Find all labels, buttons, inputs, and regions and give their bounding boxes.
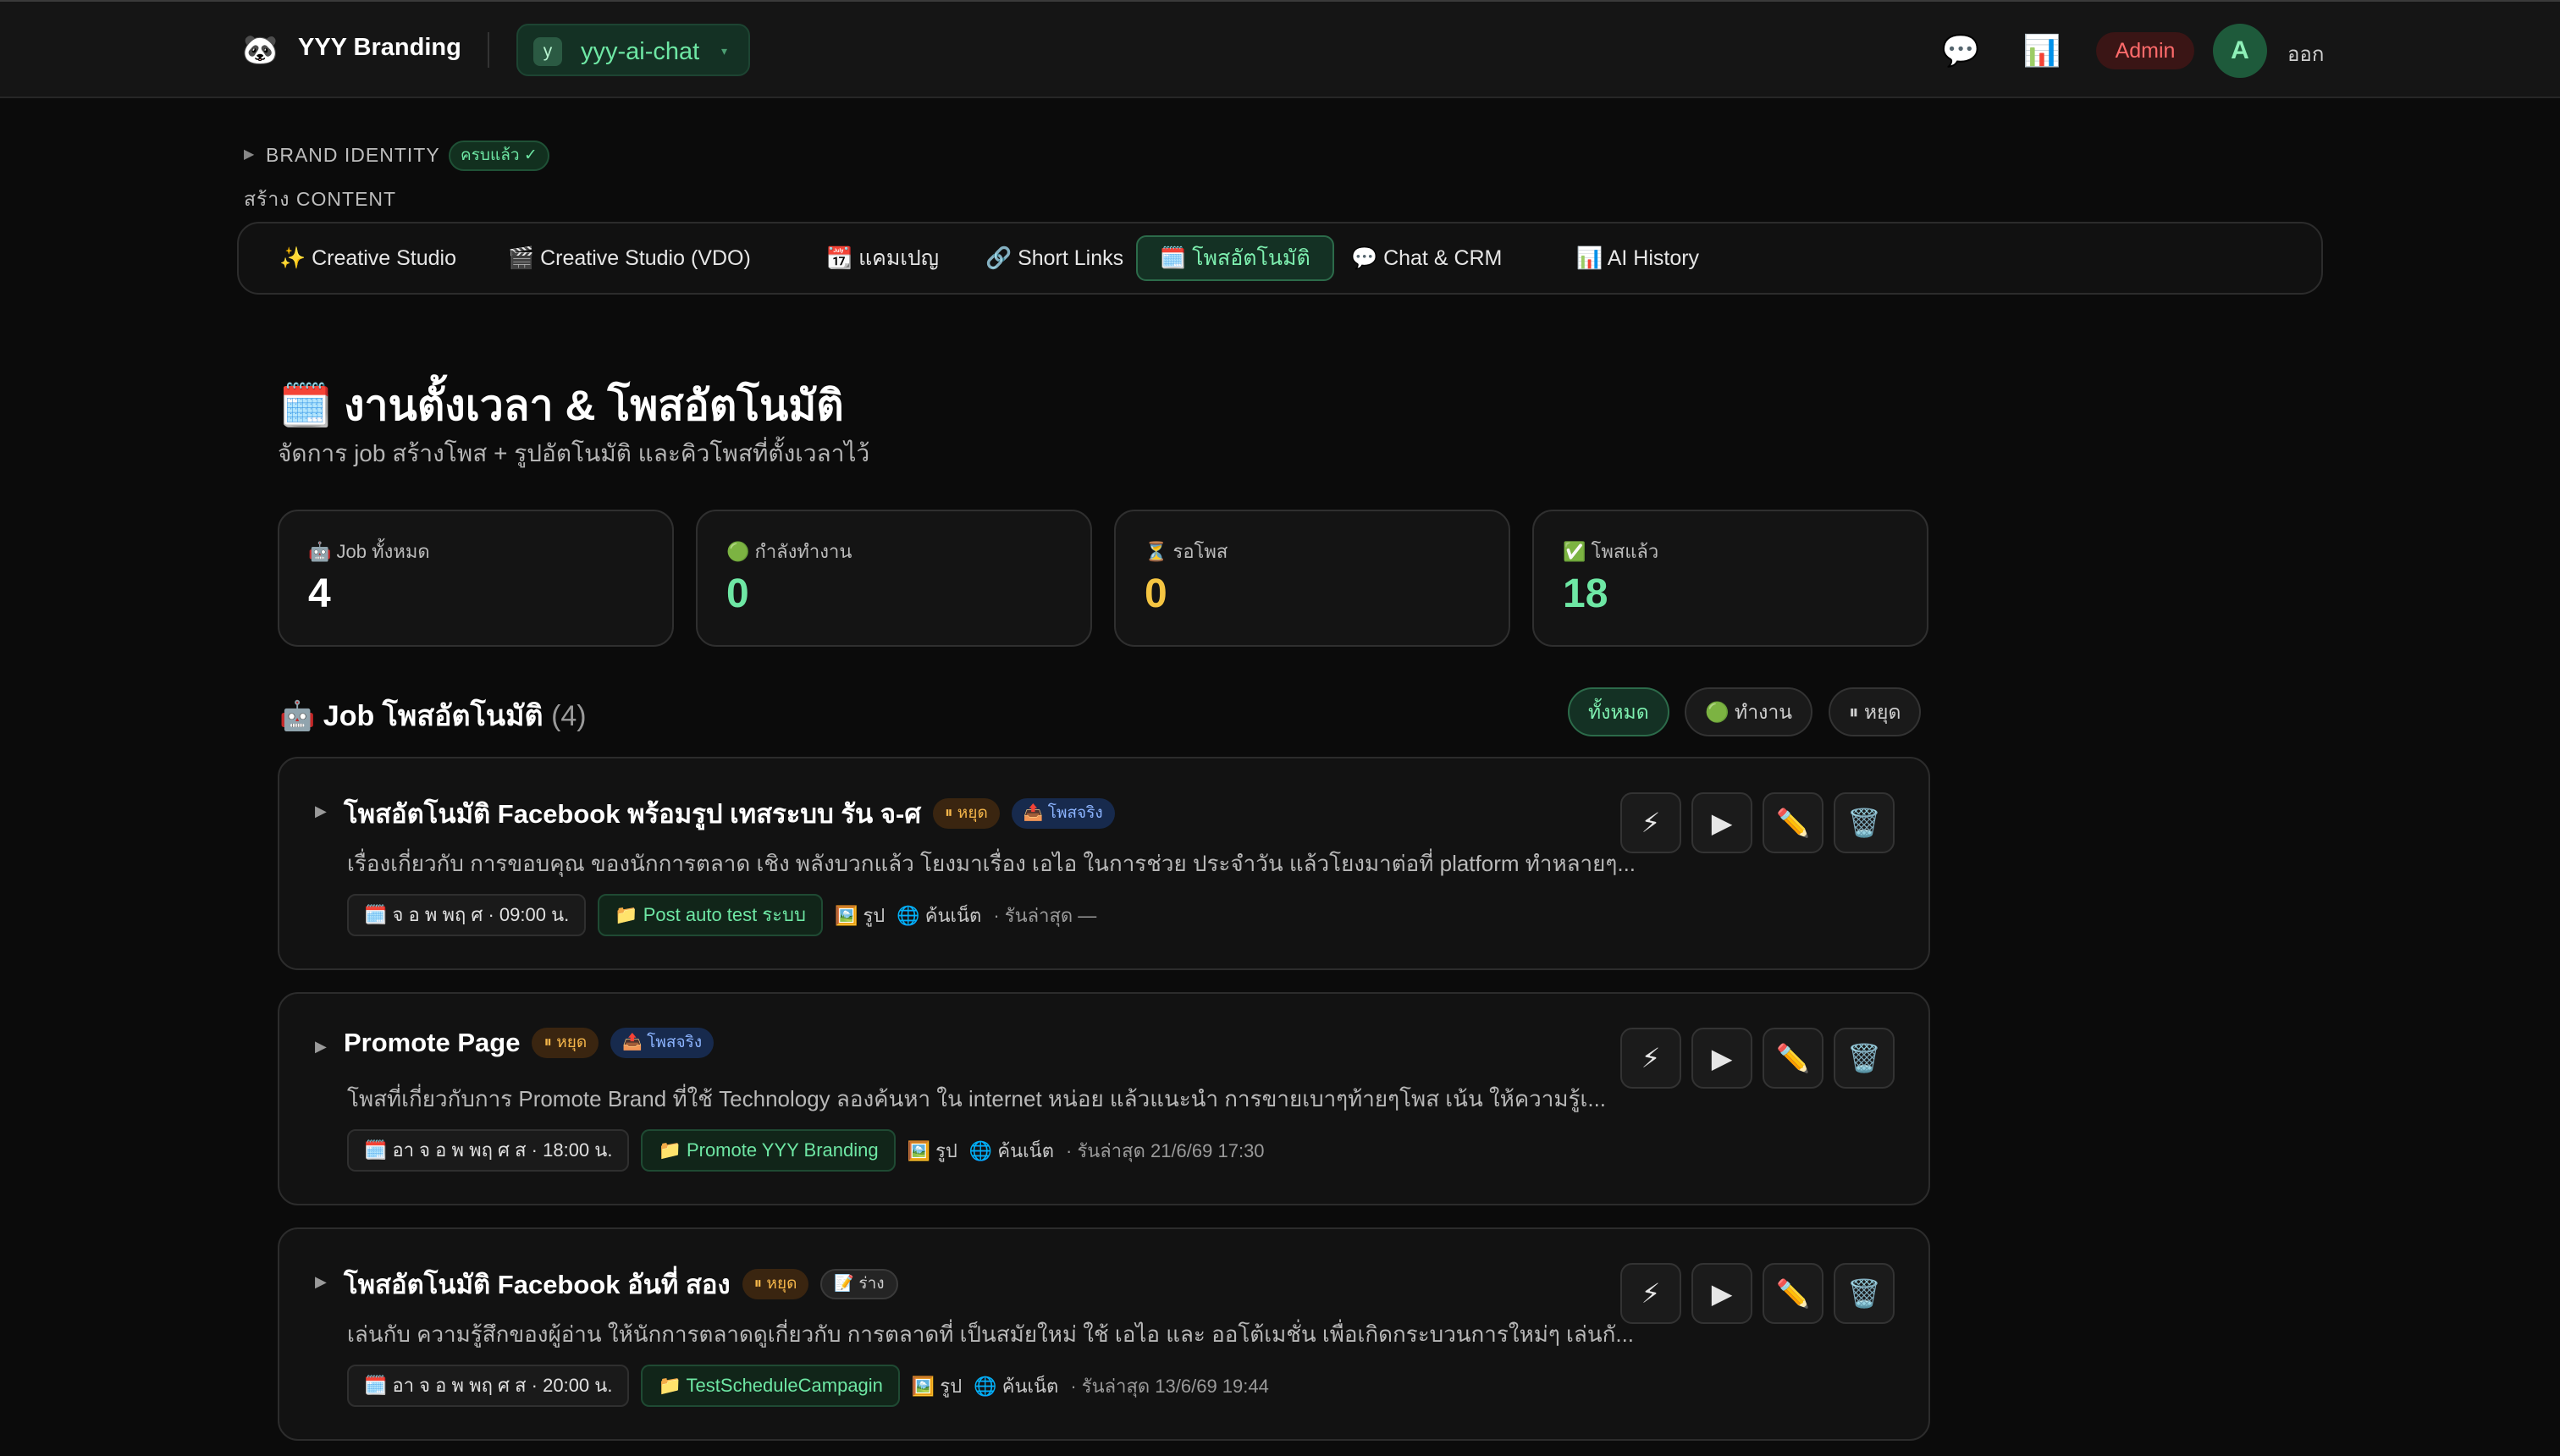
job-title: Promote Page [344, 1028, 521, 1057]
job-title-row: Promote Page ⏸ หยุด 📤 โพสจริง [344, 1028, 714, 1065]
stat-label: 🟢 กำลังทำงาน [726, 541, 852, 562]
stat-card-total-jobs: 🤖 Job ทั้งหมด 4 [278, 510, 674, 647]
expand-caret-icon[interactable]: ▶ [315, 1038, 327, 1056]
job-status-badge: ⏸ หยุด [532, 1028, 599, 1058]
analytics-icon[interactable]: 📊 [2020, 29, 2064, 73]
tab-campaign[interactable]: 📆 แคมเปญ [804, 235, 961, 281]
job-schedule: 🗓️ อา จ อ พ พฤ ศ ส · 20:00 น. [347, 1365, 630, 1407]
brand-divider [488, 32, 489, 68]
stat-label: ✅ โพสแล้ว [1563, 541, 1659, 562]
job-card[interactable]: ▶ โพสอัตโนมัติ Facebook อันที่ สอง ⏸ หยุด… [278, 1227, 1930, 1441]
page-subtitle: จัดการ job สร้างโพส + รูปอัตโนมัติ และคิ… [278, 440, 870, 466]
tab-chat-crm[interactable]: 💬 Chat & CRM [1329, 235, 1524, 281]
stat-card-pending: ⏳ รอโพส 0 [1114, 510, 1510, 647]
job-last-run: · รันล่าสุด — [993, 904, 1097, 926]
job-mode-badge: 📝 ร่าง [820, 1269, 898, 1299]
job-schedule: 🗓️ จ อ พ พฤ ศ · 09:00 น. [347, 894, 587, 936]
job-image-flag: 🖼️ รูป [911, 1375, 963, 1397]
tab-ai-history[interactable]: 📊 AI History [1554, 235, 1721, 281]
stat-value: 0 [1145, 571, 1167, 616]
job-folder[interactable]: 📁 Post auto test ระบบ [598, 894, 823, 936]
stat-value: 4 [308, 571, 331, 616]
job-source-flag: 🌐 ค้นเน็ต [968, 1139, 1055, 1161]
tab-auto-post[interactable]: 🗓️ โพสอัตโนมัติ [1136, 235, 1334, 281]
brand-name[interactable]: YYY Branding [298, 34, 461, 62]
filter-running[interactable]: 🟢 ทำงาน [1685, 687, 1812, 736]
delete-button[interactable]: 🗑️ [1834, 1263, 1895, 1324]
delete-button[interactable]: 🗑️ [1834, 792, 1895, 853]
edit-button[interactable]: ✏️ [1763, 1263, 1823, 1324]
run-now-button[interactable]: ⚡ [1620, 792, 1681, 853]
section-count: (4) [551, 700, 587, 732]
job-source-flag: 🌐 ค้นเน็ต [897, 904, 982, 926]
play-button[interactable]: ▶ [1691, 1263, 1752, 1324]
job-status-badge: ⏸ หยุด [933, 798, 1000, 829]
chevron-down-icon: ▾ [721, 44, 728, 58]
job-title-row: โพสอัตโนมัติ Facebook อันที่ สอง ⏸ หยุด 📝 … [344, 1263, 898, 1300]
job-source-flag: 🌐 ค้นเน็ต [974, 1375, 1059, 1397]
chat-icon[interactable]: 💬 [1939, 29, 1983, 73]
user-avatar[interactable]: A [2213, 24, 2267, 78]
stat-label: 🤖 Job ทั้งหมด [308, 541, 430, 562]
logout-button[interactable]: ออก [2287, 37, 2324, 70]
expand-caret-icon[interactable]: ▶ [315, 802, 327, 820]
content-tabs: ✨ Creative Studio 🎬 Creative Studio (VDO… [237, 222, 2323, 295]
job-mode-badge: 📤 โพสจริง [610, 1028, 714, 1058]
job-mode-badge: 📤 โพสจริง [1011, 798, 1115, 829]
job-status-badge: ⏸ หยุด [742, 1269, 809, 1299]
job-folder[interactable]: 📁 Promote YYY Branding [641, 1129, 896, 1172]
job-last-run: · รันล่าสุด 21/6/69 17:30 [1066, 1139, 1265, 1161]
job-title: โพสอัตโนมัติ Facebook พร้อมรูป เทสระบบ ร… [344, 799, 922, 829]
stat-label: ⏳ รอโพส [1145, 541, 1228, 562]
workspace-switcher[interactable]: y yyy-ai-chat ▾ [516, 24, 750, 76]
job-card[interactable]: ▶ โพสอัตโนมัติ Facebook พร้อมรูป เทสระบบ… [278, 757, 1930, 970]
stat-value: 18 [1563, 571, 1608, 616]
tab-creative-studio[interactable]: ✨ Creative Studio [257, 235, 478, 281]
job-schedule: 🗓️ อา จ อ พ พฤ ศ ส · 18:00 น. [347, 1129, 630, 1172]
create-content-label: สร้าง CONTENT [244, 188, 397, 210]
play-button[interactable]: ▶ [1691, 792, 1752, 853]
brand-identity-label: BRAND IDENTITY [266, 144, 440, 166]
section-title: 🤖 Job โพสอัตโนมัติ (4) [279, 692, 587, 738]
stat-card-posted: ✅ โพสแล้ว 18 [1532, 510, 1928, 647]
filter-stopped[interactable]: ⏸ หยุด [1829, 687, 1922, 736]
edit-button[interactable]: ✏️ [1763, 1028, 1823, 1089]
job-meta: 🗓️ จ อ พ พฤ ศ · 09:00 น. 📁 Post auto test… [347, 894, 1108, 938]
run-now-button[interactable]: ⚡ [1620, 1263, 1681, 1324]
page-title: 🗓️ งานตั้งเวลา & โพสอัตโนมัติ [279, 382, 844, 429]
tab-creative-studio-vdo[interactable]: 🎬 Creative Studio (VDO) [486, 235, 773, 281]
job-last-run: · รันล่าสุด 13/6/69 19:44 [1070, 1375, 1269, 1397]
play-button[interactable]: ▶ [1691, 1028, 1752, 1089]
brand-identity-status-badge: ครบแล้ว ✓ [449, 141, 549, 171]
job-meta: 🗓️ อา จ อ พ พฤ ศ ส · 20:00 น. 📁 TestSched… [347, 1365, 1281, 1409]
edit-button[interactable]: ✏️ [1763, 792, 1823, 853]
job-folder[interactable]: 📁 TestScheduleCampagin [641, 1365, 900, 1407]
expand-caret-icon[interactable]: ▶ [315, 1273, 327, 1291]
workspace-name: yyy-ai-chat [581, 38, 700, 65]
job-image-flag: 🖼️ รูป [834, 904, 886, 926]
admin-button[interactable]: Admin [2096, 32, 2194, 69]
workspace-avatar: y [533, 37, 562, 66]
stat-card-running: 🟢 กำลังทำงาน 0 [696, 510, 1092, 647]
stat-value: 0 [726, 571, 749, 616]
section-title-text: 🤖 Job โพสอัตโนมัติ [279, 700, 543, 732]
job-card[interactable]: ▶ Promote Page ⏸ หยุด 📤 โพสจริง โพสที่เกี่… [278, 992, 1930, 1205]
run-now-button[interactable]: ⚡ [1620, 1028, 1681, 1089]
job-image-flag: 🖼️ รูป [907, 1139, 957, 1161]
job-title: โพสอัตโนมัติ Facebook อันที่ สอง [344, 1270, 731, 1299]
brand-logo-icon[interactable]: 🐼 [242, 32, 278, 68]
top-bar: 🐼 YYY Branding y yyy-ai-chat ▾ 💬 📊 Admin… [0, 0, 2560, 98]
delete-button[interactable]: 🗑️ [1834, 1028, 1895, 1089]
caret-right-icon: ▶ [244, 147, 255, 162]
tab-short-links[interactable]: 🔗 Short Links [963, 235, 1145, 281]
filter-all[interactable]: ทั้งหมด [1568, 687, 1669, 736]
job-meta: 🗓️ อา จ อ พ พฤ ศ ส · 18:00 น. 📁 Promote Y… [347, 1129, 1277, 1173]
job-title-row: โพสอัตโนมัติ Facebook พร้อมรูป เทสระบบ ร… [344, 792, 1115, 830]
